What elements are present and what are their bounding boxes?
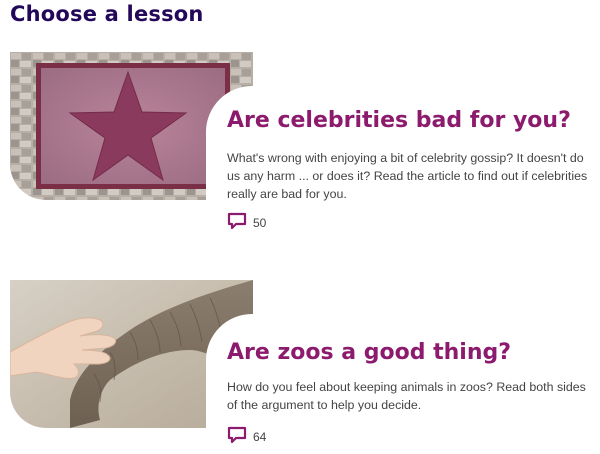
comments-link[interactable]: 64 bbox=[227, 426, 266, 444]
comment-count: 64 bbox=[253, 430, 267, 444]
lesson-description: How do you feel about keeping animals in… bbox=[227, 380, 586, 412]
lesson-card[interactable]: Are celebrities bad for you? What's wron… bbox=[0, 52, 600, 252]
page-title: Choose a lesson bbox=[10, 2, 204, 26]
speech-bubble-icon bbox=[227, 212, 247, 230]
lesson-title[interactable]: Are zoos a good thing? bbox=[227, 340, 511, 365]
comment-count: 50 bbox=[253, 216, 267, 230]
speech-bubble-icon bbox=[227, 426, 247, 444]
lesson-title[interactable]: Are celebrities bad for you? bbox=[227, 108, 571, 133]
lesson-card[interactable]: Are zoos a good thing? How do you feel a… bbox=[0, 280, 600, 450]
lesson-description: What's wrong with enjoying a bit of cele… bbox=[227, 151, 588, 201]
comments-link[interactable]: 50 bbox=[227, 212, 266, 230]
